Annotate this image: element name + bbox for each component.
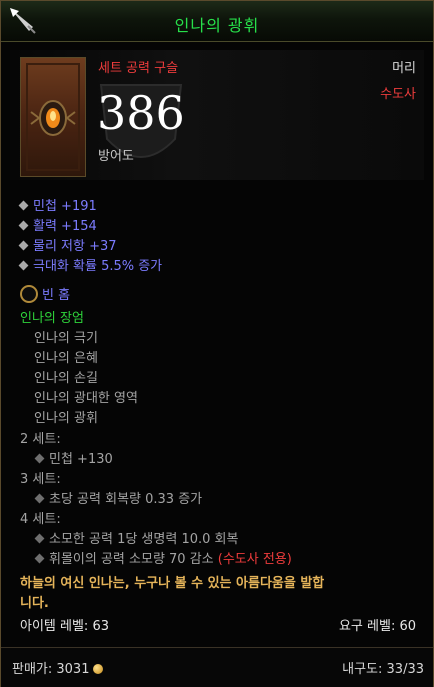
durability: 내구도: 33/33 — [342, 662, 424, 677]
set-piece: 인나의 손길 — [34, 371, 98, 386]
diamond-bullet-icon — [18, 240, 29, 251]
item-slot: 머리 — [392, 61, 416, 76]
flavor-text: 하늘의 여신 인나는, 누구나 볼 수 있는 아름다움을 발합 — [20, 576, 325, 591]
set-bonus-effect: 휘몰이의 공력 소모량 70 감소 (수도사 전용) — [34, 548, 292, 567]
diamond-bullet-icon — [18, 260, 29, 271]
diamond-bullet-icon — [34, 553, 45, 564]
set-piece: 인나의 극기 — [34, 331, 98, 346]
flavor-text: 니다. — [20, 596, 49, 611]
diamond-bullet-icon — [34, 453, 45, 464]
set-piece: 인나의 은혜 — [34, 351, 98, 366]
class-requirement: 수도사 — [380, 87, 416, 102]
item-name: 인나의 광휘 — [174, 16, 260, 35]
set-name: 인나의 장엄 — [20, 311, 84, 326]
item-level: 아이템 레벨: 63 — [20, 619, 109, 634]
set-piece: 인나의 광대한 영역 — [34, 391, 138, 406]
empty-socket: 빈 홈 — [20, 284, 70, 303]
set-bonus-label: 2 세트: — [20, 432, 61, 447]
empty-socket-icon — [20, 285, 38, 303]
diamond-bullet-icon — [18, 220, 29, 231]
item-tooltip: 인나의 광휘 세트 공력 구슬 머리 수도사 386 방어도 민첩 +191 활… — [0, 0, 434, 687]
tooltip-title-bar: 인나의 광휘 — [1, 1, 433, 42]
orb-gem-icon — [26, 63, 80, 171]
set-bonus-effect: 민첩 +130 — [34, 448, 113, 467]
armor-value: 386 — [97, 86, 185, 140]
set-piece: 인나의 광휘 — [34, 411, 98, 426]
set-bonus-label: 4 세트: — [20, 512, 61, 527]
set-bonus-effect: 초당 공력 회복량 0.33 증가 — [34, 488, 202, 507]
stat-line: 민첩 +191 — [18, 195, 97, 214]
quill-pin-icon — [10, 8, 36, 34]
stat-line: 활력 +154 — [18, 215, 97, 234]
required-level: 요구 레벨: 60 — [338, 619, 416, 634]
diamond-bullet-icon — [18, 200, 29, 211]
stat-line: 극대화 확률 5.5% 증가 — [18, 255, 162, 274]
diamond-bullet-icon — [34, 493, 45, 504]
diamond-bullet-icon — [34, 533, 45, 544]
tooltip-footer: 판매가: 3031 내구도: 33/33 — [1, 647, 433, 687]
set-bonus-effect: 소모한 공력 1당 생명력 10.0 회복 — [34, 528, 238, 547]
class-restriction-note: (수도사 전용) — [217, 552, 292, 567]
item-icon — [20, 57, 86, 177]
item-type-label: 세트 공력 구슬 — [98, 61, 179, 76]
sell-price: 판매가: 3031 — [12, 658, 104, 677]
stat-line: 물리 저항 +37 — [18, 235, 117, 254]
set-bonus-label: 3 세트: — [20, 472, 61, 487]
armor-label: 방어도 — [98, 149, 134, 164]
gold-coin-icon — [93, 664, 104, 674]
